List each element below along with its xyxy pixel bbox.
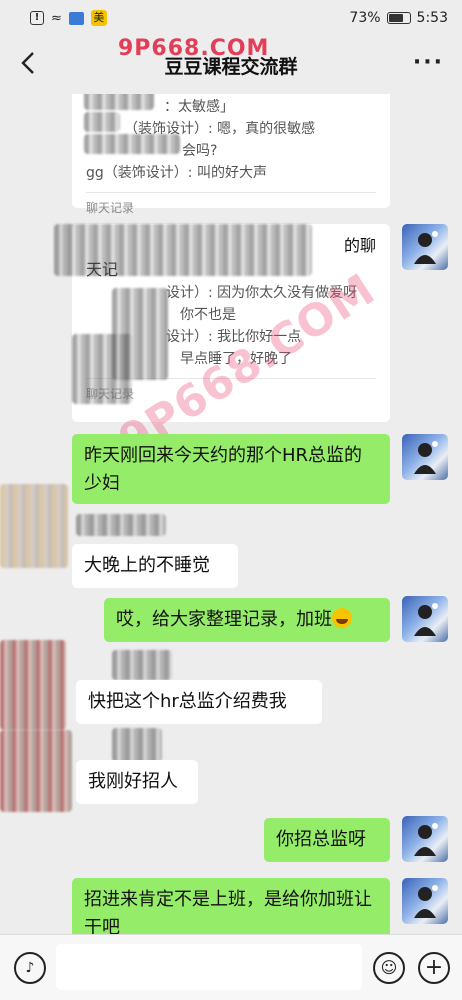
avatar[interactable]	[402, 596, 448, 642]
avatar-redacted	[0, 640, 66, 730]
warning-icon: !	[30, 11, 44, 25]
clock: 5:53	[416, 10, 448, 26]
avatar-redacted	[0, 484, 68, 568]
redacted-area	[84, 112, 120, 132]
message-bubble-sent[interactable]: 你招总监呀	[264, 818, 390, 862]
avatar[interactable]	[402, 434, 448, 480]
message-bubble-sent[interactable]: 招进来肯定不是上班，是给你加班让干吧	[72, 878, 390, 934]
avatar-redacted	[0, 730, 72, 812]
avatar[interactable]	[402, 878, 448, 924]
chat-header: 豆豆课程交流群 ···	[0, 36, 462, 94]
record-line: gg（装饰设计）: 叫的好大声	[86, 165, 267, 181]
voice-icon[interactable]: ♪	[14, 952, 46, 984]
status-icons-left: ! ≈ 美	[30, 10, 107, 26]
redacted-area	[54, 224, 312, 276]
redacted-area	[72, 334, 132, 404]
nickname-redacted	[112, 650, 172, 680]
app-notification-icon	[68, 11, 84, 25]
message-input[interactable]	[56, 944, 362, 990]
status-icons-right: 73% 5:53	[349, 10, 448, 26]
battery-percent: 73%	[349, 10, 381, 26]
group-title: 豆豆课程交流群	[164, 56, 298, 78]
record-footer: 聊天记录	[86, 192, 376, 216]
wifi-icon: ≈	[51, 10, 62, 26]
redacted-area	[84, 94, 154, 110]
status-bar: ! ≈ 美 73% 5:53	[0, 0, 462, 36]
message-list[interactable]: ：太敏感」 （装饰设计）: 嗯，真的很敏感 会吗? gg（装饰设计）: 叫的好大…	[0, 94, 462, 934]
nickname-redacted	[76, 514, 166, 536]
chat-record-card[interactable]: ：太敏感」 （装饰设计）: 嗯，真的很敏感 会吗? gg（装饰设计）: 叫的好大…	[72, 94, 390, 215]
avatar[interactable]	[402, 224, 448, 270]
battery-icon	[386, 12, 411, 24]
message-bubble-received[interactable]: 大晚上的不睡觉	[72, 544, 238, 588]
message-bubble-received[interactable]: 快把这个hr总监介绍费我	[76, 680, 322, 724]
meituan-icon: 美	[90, 10, 107, 26]
grinning-sweat-emoji	[332, 608, 352, 628]
message-bubble-sent[interactable]: 哎，给大家整理记录，加班	[104, 598, 390, 642]
chat-record-card[interactable]: 的聊 天记 设计）: 因为你太久没有做爱呀 你不也是 设计）: 我比你好一点 早…	[54, 224, 390, 422]
avatar[interactable]	[402, 816, 448, 862]
battery-level	[388, 14, 404, 22]
emoji-icon[interactable]: ☺	[373, 952, 405, 984]
nickname-redacted	[112, 728, 162, 762]
message-bubble-sent[interactable]: 昨天刚回来今天约的那个HR总监的少妇	[72, 434, 390, 504]
more-dots-icon[interactable]: ···	[413, 50, 444, 75]
redacted-area	[84, 134, 180, 154]
input-bar: ♪ ☺ +	[0, 934, 462, 1000]
plus-icon[interactable]: +	[418, 952, 450, 984]
message-bubble-received[interactable]: 我刚好招人	[76, 760, 198, 804]
